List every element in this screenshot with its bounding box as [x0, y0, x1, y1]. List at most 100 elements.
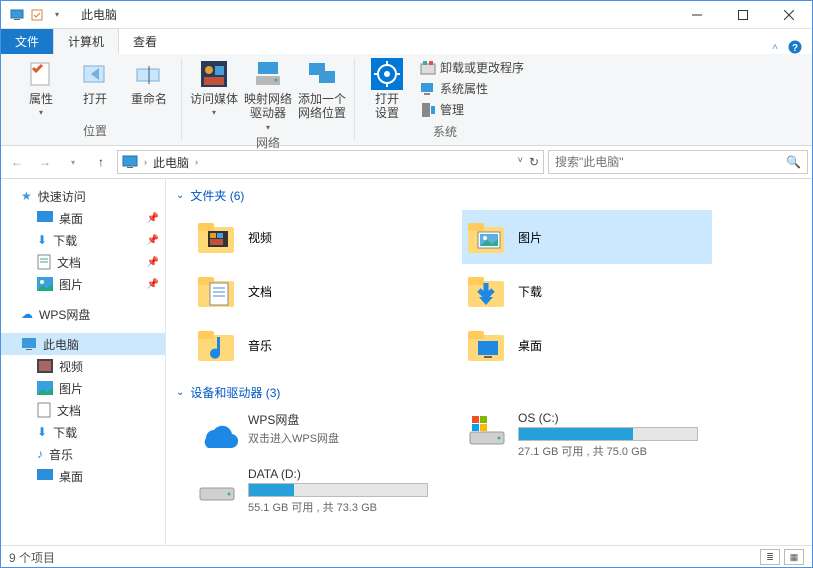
tab-file[interactable]: 文件: [1, 29, 53, 54]
drive-item[interactable]: OS (C:)27.1 GB 可用 , 共 75.0 GB: [462, 407, 712, 463]
refresh-icon[interactable]: ↻: [529, 155, 539, 169]
recent-dropdown[interactable]: ▾: [61, 150, 85, 174]
sidebar-quick-access[interactable]: ★快速访问: [1, 185, 165, 207]
document-folder-icon: [196, 270, 238, 312]
drive-stat: 27.1 GB 可用 , 共 75.0 GB: [518, 443, 708, 459]
access-media-button[interactable]: 访问媒体 ▾: [190, 58, 238, 117]
drive-usage-bar: [248, 483, 428, 497]
download-icon: ⬇: [37, 233, 47, 247]
minimize-button[interactable]: [674, 1, 720, 29]
address-bar[interactable]: › 此电脑 › ˅ ↻: [117, 150, 544, 174]
desktop-folder-icon: [466, 324, 508, 366]
tab-computer[interactable]: 计算机: [53, 28, 119, 54]
folder-item-video[interactable]: 视频: [192, 210, 442, 264]
document-icon: [37, 254, 51, 270]
download-folder-icon: [466, 270, 508, 312]
cloud-icon: ☁: [21, 307, 33, 321]
search-input[interactable]: [555, 155, 786, 169]
pin-icon: 📌: [147, 257, 159, 268]
media-icon: [198, 58, 230, 90]
desktop-icon: [37, 211, 53, 225]
pin-icon: 📌: [147, 213, 159, 224]
pin-icon: 📌: [147, 235, 159, 246]
up-button[interactable]: ↑: [89, 150, 113, 174]
rename-icon: [133, 58, 165, 90]
open-button[interactable]: 打开: [71, 58, 119, 106]
section-drives-header[interactable]: ⌄ 设备和驱动器 (3): [176, 380, 802, 405]
status-text: 9 个项目: [9, 549, 55, 566]
status-bar: 9 个项目 ≣ ▦: [1, 545, 812, 568]
sidebar-documents2[interactable]: 文档: [1, 399, 165, 421]
add-location-button[interactable]: 添加一个 网络位置: [298, 58, 346, 121]
sidebar-pictures2[interactable]: 图片: [1, 377, 165, 399]
tab-view[interactable]: 查看: [119, 29, 171, 54]
drive-name: WPS网盘: [248, 411, 438, 428]
uninstall-button[interactable]: 卸载或更改程序: [417, 58, 527, 77]
picture-icon: [37, 381, 53, 395]
folder-item-picture[interactable]: 图片: [462, 210, 712, 264]
open-icon: [79, 58, 111, 90]
picture-folder-icon: [466, 216, 508, 258]
folder-item-document[interactable]: 文档: [192, 264, 442, 318]
content-pane: ⌄ 文件夹 (6) 视频 图片文档 下载音乐 桌面 ⌄ 设备和驱动器 (3) WPS网…: [166, 179, 812, 545]
qat-dropdown-icon[interactable]: ▾: [49, 7, 65, 23]
search-box[interactable]: 🔍: [548, 150, 808, 174]
system-icon: [9, 7, 25, 23]
folder-label: 视频: [248, 229, 272, 246]
search-icon[interactable]: 🔍: [786, 155, 801, 169]
computer-icon: [21, 337, 37, 351]
sidebar-wps[interactable]: ☁WPS网盘: [1, 303, 165, 325]
title-bar: ▾ 此电脑: [1, 1, 812, 29]
windrive-icon: [466, 411, 508, 453]
drive-item[interactable]: DATA (D:)55.1 GB 可用 , 共 73.3 GB: [192, 463, 442, 519]
sidebar-desktop2[interactable]: 桌面: [1, 465, 165, 487]
svg-text:?: ?: [792, 43, 798, 54]
chevron-down-icon: ⌄: [176, 190, 184, 201]
sidebar-music[interactable]: ♪音乐: [1, 443, 165, 465]
ribbon-group-location: 属性 ▾ 打开 重命名 位置: [9, 58, 182, 141]
folder-item-download[interactable]: 下载: [462, 264, 712, 318]
sidebar-downloads[interactable]: ⬇下载📌: [1, 229, 165, 251]
folder-item-music[interactable]: 音乐: [192, 318, 442, 372]
drive-stat: 55.1 GB 可用 , 共 73.3 GB: [248, 499, 438, 515]
ribbon: 属性 ▾ 打开 重命名 位置 访问媒体 ▾ 映射网络 驱动器: [1, 54, 812, 146]
drive-item[interactable]: WPS网盘双击进入WPS网盘: [192, 407, 442, 463]
sidebar-documents[interactable]: 文档📌: [1, 251, 165, 273]
view-details-button[interactable]: ≣: [760, 549, 780, 565]
breadcrumb-thispc[interactable]: 此电脑: [153, 154, 189, 171]
manage-button[interactable]: 管理: [417, 100, 527, 119]
picture-icon: [37, 277, 53, 291]
help-icon[interactable]: ?: [788, 40, 802, 54]
breadcrumb-chevron[interactable]: ›: [195, 157, 198, 167]
sidebar-thispc[interactable]: 此电脑: [1, 333, 165, 355]
back-button[interactable]: ←: [5, 150, 29, 174]
map-drive-icon: [252, 58, 284, 90]
breadcrumb-icon: [122, 155, 138, 169]
chevron-down-icon: ⌄: [176, 387, 184, 398]
view-icons-button[interactable]: ▦: [784, 549, 804, 565]
system-properties-button[interactable]: 系统属性: [417, 79, 527, 98]
close-button[interactable]: [766, 1, 812, 29]
map-drive-button[interactable]: 映射网络 驱动器 ▾: [244, 58, 292, 132]
address-dropdown-icon[interactable]: ˅: [518, 155, 523, 169]
navigation-pane: ★快速访问 桌面📌 ⬇下载📌 文档📌 图片📌 ☁WPS网盘 此电脑 视频 图片 …: [1, 179, 166, 545]
qat-properties-icon[interactable]: [29, 7, 45, 23]
properties-button[interactable]: 属性 ▾: [17, 58, 65, 117]
section-folders-header[interactable]: ⌄ 文件夹 (6): [176, 183, 802, 208]
folder-label: 文档: [248, 283, 272, 300]
ribbon-collapse-icon[interactable]: ˄: [772, 42, 778, 53]
open-settings-button[interactable]: 打开 设置: [363, 58, 411, 121]
sidebar-downloads2[interactable]: ⬇下载: [1, 421, 165, 443]
maximize-button[interactable]: [720, 1, 766, 29]
forward-button[interactable]: →: [33, 150, 57, 174]
folder-item-desktop[interactable]: 桌面: [462, 318, 712, 372]
wps-icon: [196, 411, 238, 453]
navigation-bar: ← → ▾ ↑ › 此电脑 › ˅ ↻ 🔍: [1, 146, 812, 179]
sidebar-pictures[interactable]: 图片📌: [1, 273, 165, 295]
sidebar-desktop[interactable]: 桌面📌: [1, 207, 165, 229]
sidebar-videos2[interactable]: 视频: [1, 355, 165, 377]
folder-label: 音乐: [248, 337, 272, 354]
ribbon-group-system: 打开 设置 卸载或更改程序 系统属性 管理 系统: [355, 58, 535, 141]
rename-button[interactable]: 重命名: [125, 58, 173, 106]
breadcrumb-chevron[interactable]: ›: [144, 157, 147, 167]
